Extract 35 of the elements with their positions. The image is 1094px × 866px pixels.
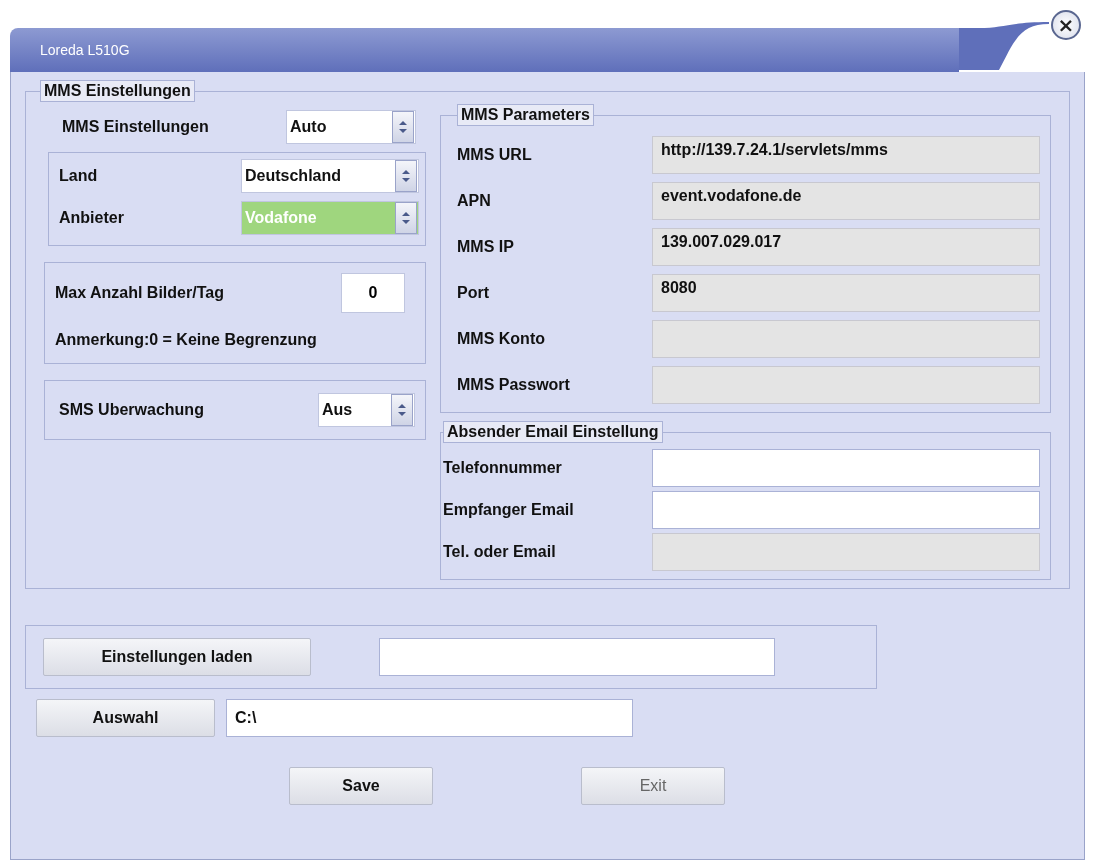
field-label: Land [59,167,98,185]
spinner-icon [395,202,417,234]
field-label: MMS IP [457,238,514,256]
text-field[interactable] [379,638,775,676]
window-title: Loreda L510G [40,42,130,58]
dropdown[interactable]: Auto [286,110,416,144]
dropdown[interactable]: Aus [318,393,415,427]
browse-button[interactable]: Auswahl [36,699,215,737]
field-label: MMS Einstellungen [62,118,209,136]
note-text: Anmerkung:0 = Keine Begrenzung [55,331,318,349]
field-label: Anbieter [59,209,124,227]
field-label: MMS Konto [457,330,545,348]
text-field[interactable] [652,449,1040,487]
field-label: SMS Uberwachung [59,401,204,419]
field-label: MMS Passwort [457,376,570,394]
field-label: Tel. oder Email [443,543,556,561]
group-title: MMS Parameters [457,104,594,126]
dropdown[interactable]: Deutschland [241,159,419,193]
path-field[interactable]: C:\ [226,699,633,737]
spinner-icon [391,394,413,426]
group-title: Absender Email Einstellung [443,421,663,443]
dialog-button[interactable]: Save [289,767,433,805]
load-settings-button[interactable]: Einstellungen laden [43,638,311,676]
field-label: MMS URL [457,146,532,164]
spinner-icon [395,160,417,192]
spinner-icon [392,111,414,143]
text-field[interactable] [652,491,1040,529]
field-label: Telefonnummer [443,459,562,477]
close-button[interactable]: × [1051,10,1081,40]
field-label: Max Anzahl Bilder/Tag [55,284,224,302]
field-label: Port [457,284,489,302]
number-field[interactable]: 0 [341,273,405,313]
group-title: MMS Einstellungen [40,80,195,102]
field-label: Empfanger Email [443,501,574,519]
field-label: APN [457,192,491,210]
